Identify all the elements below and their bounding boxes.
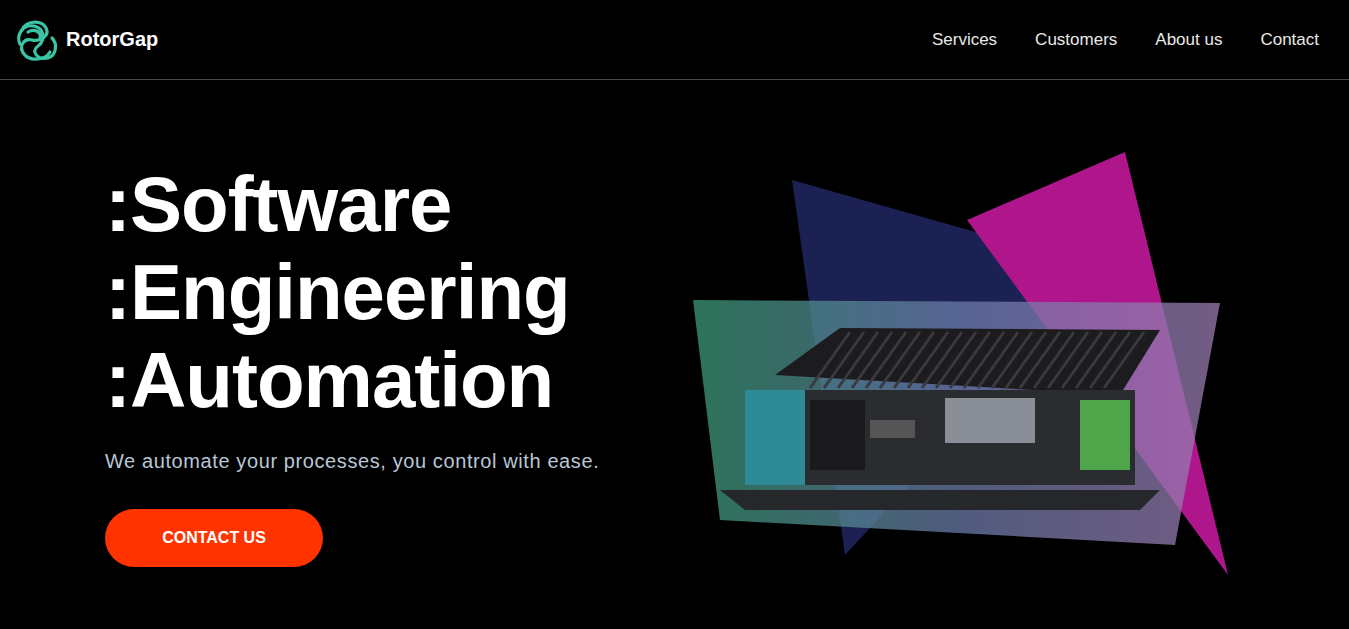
brand-name: RotorGap: [66, 28, 158, 51]
subtitle: We automate your processes, you control …: [105, 450, 599, 473]
nav-item[interactable]: About us: [1155, 30, 1222, 50]
headline: :Software:Engineering:Automation: [105, 160, 570, 424]
nav-item[interactable]: Customers: [1035, 30, 1117, 50]
headline-line: :Software: [105, 160, 570, 248]
contact-us-button[interactable]: CONTACT US: [105, 509, 323, 567]
glass-plane-icon: [693, 300, 1220, 545]
main-nav: Services Customers About us Contact: [932, 30, 1319, 50]
nav-item[interactable]: Services: [932, 30, 997, 50]
headline-line: :Engineering: [105, 248, 570, 336]
header: RotorGap Services Customers About us Contac…: [0, 0, 1349, 80]
brand-link[interactable]: RotorGap: [12, 16, 158, 64]
nav-item[interactable]: Contact: [1260, 30, 1319, 50]
hero-text: :Software:Engineering:Automation We auto…: [0, 80, 599, 567]
hero-art: [690, 150, 1230, 580]
hero: :Software:Engineering:Automation We auto…: [0, 80, 1349, 580]
headline-line: :Automation: [105, 336, 570, 424]
page: RotorGap Services Customers About us Contac…: [0, 0, 1349, 629]
device-photo-icon: [720, 328, 1160, 510]
hero-illustration-icon: [690, 150, 1230, 580]
knot-logo-icon: [12, 16, 60, 64]
